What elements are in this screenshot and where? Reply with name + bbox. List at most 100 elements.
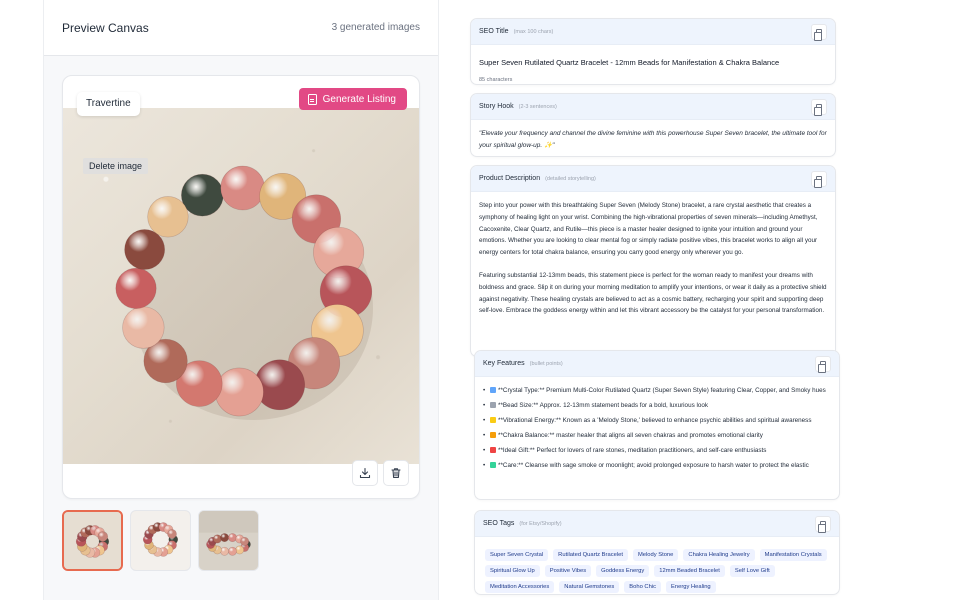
bead [122,306,165,349]
feature-item: **Bead Size:** Approx. 12-13mm statement… [483,400,831,411]
section-title: SEO Title [479,28,509,35]
feature-list: **Crystal Type:** Premium Multi-Color Ru… [483,385,831,471]
seo-tag[interactable]: Melody Stone [632,549,679,561]
seo-tag[interactable]: Self Love Gift [729,565,775,577]
delete-image-tooltip: Delete image [83,158,149,174]
section-hint: (2-3 sentences) [518,103,557,110]
section-header: Story Hook (2-3 sentences) [471,94,835,120]
bead [228,546,237,556]
gift-icon [490,447,496,453]
bead [228,533,237,543]
copy-button[interactable] [811,99,827,116]
thumbnail-image [199,511,258,570]
thumbnail-3[interactable] [198,510,259,571]
preview-title: Preview Canvas [62,20,149,35]
section-header: Product Description (detailed storytelli… [471,166,835,192]
generate-listing-button[interactable]: Generate Listing [298,88,407,110]
feature-text: **Ideal Gift:** Perfect for lovers of ra… [498,447,767,454]
seo-tag[interactable]: 12mm Beaded Bracelet [654,565,725,577]
document-icon [307,93,317,105]
bead [220,165,265,211]
bead [167,529,177,539]
seo-tag[interactable]: Energy Healing [666,581,716,593]
bead [235,545,245,555]
seo-tag[interactable]: Rutilated Quartz Bracelet [553,549,628,561]
description-paragraph-1: Step into your power with this breathtak… [479,202,818,257]
section-title: Product Description [479,175,541,182]
bead [215,367,264,417]
copy-icon [818,520,826,533]
seo-tag[interactable]: Goddess Energy [596,565,650,577]
generate-listing-label: Generate Listing [322,93,396,105]
story-hook-text: "Elevate your frequency and channel the … [479,130,827,149]
image-count: 3 generated images [331,22,420,33]
copy-button[interactable] [815,516,831,533]
section-header: Key Features (bullet points) [475,351,839,377]
preview-header: Preview Canvas 3 generated images [44,0,438,56]
seo-title-section: SEO Title (max 100 chars) Super Seven Ru… [470,18,836,85]
bead [212,534,222,544]
app-root: Preview Canvas 3 generated images Traver… [0,0,960,600]
copy-icon [814,175,822,188]
seo-tag[interactable]: Boho Chic [624,581,661,593]
image-card: Travertine Generate Listing Delete image [62,75,420,499]
feature-text: **Care:** Cleanse with sage smoke or moo… [498,462,809,469]
section-title: Key Features [483,360,525,367]
product-description-section: Product Description (detailed storytelli… [470,165,836,357]
feature-item: **Chakra Balance:** master healer that a… [483,430,831,441]
section-hint: (bullet points) [529,360,563,367]
thumbnail-2[interactable] [130,510,191,571]
meditation-icon [490,432,496,438]
download-icon [359,467,371,479]
section-title: Story Hook [479,103,514,110]
bead [220,533,229,543]
copy-icon [814,28,822,41]
seo-tag[interactable]: Chakra Healing Jewelry [683,549,755,561]
ruler-icon [490,402,496,408]
bead [220,546,229,556]
seo-tag[interactable]: Spiritual Glow Up [485,565,540,577]
section-header: SEO Tags (for Etsy/Shopify) [475,511,839,537]
seo-tag[interactable]: Super Seven Crystal [485,549,549,561]
thumbnail-1[interactable] [62,510,123,571]
section-title: SEO Tags [483,520,515,527]
bead [147,196,189,238]
feature-text: **Chakra Balance:** master healer that a… [498,432,763,439]
seo-title-text: Super Seven Rutilated Quartz Bracelet - … [479,58,780,67]
section-hint: (max 100 chars) [513,28,554,35]
section-header: SEO Title (max 100 chars) [471,19,835,45]
preview-panel: Preview Canvas 3 generated images Traver… [43,0,439,600]
seo-tag[interactable]: Positive Vibes [544,565,592,577]
copy-button[interactable] [815,356,831,373]
download-button[interactable] [352,460,378,486]
seo-tag[interactable]: Natural Gemstones [559,581,620,593]
feature-text: **Bead Size:** Approx. 12-13mm statement… [498,402,709,409]
bead [97,531,108,542]
seo-tag[interactable]: Manifestation Crystals [759,549,827,561]
bead [240,536,250,546]
background-chip[interactable]: Travertine [77,92,140,116]
thumbnail-strip [62,510,259,571]
seo-tags-section: SEO Tags (for Etsy/Shopify) Super Seven … [474,510,840,595]
feature-text: **Vibrational Energy:** Known as a 'Melo… [498,417,812,424]
story-hook-section: Story Hook (2-3 sentences) "Elevate your… [470,93,836,157]
feature-item: **Vibrational Energy:** Known as a 'Melo… [483,415,831,426]
sparkle-icon [490,417,496,423]
thumbnail-image [64,512,121,569]
feature-item: **Crystal Type:** Premium Multi-Color Ru… [483,385,831,396]
copy-button[interactable] [811,171,827,188]
copy-icon [814,103,822,116]
gem-icon [490,387,496,393]
character-count: 85 characters [479,76,513,83]
section-hint: (detailed storytelling) [545,175,596,182]
bead [115,267,157,309]
seo-tag[interactable]: Meditation Accessories [485,581,555,593]
key-features-section: Key Features (bullet points) **Crystal T… [474,350,840,500]
description-paragraph-2: Featuring substantial 12-13mm beads, thi… [479,271,827,315]
section-hint: (for Etsy/Shopify) [519,520,562,527]
bead [181,173,224,217]
copy-button[interactable] [811,24,827,41]
trash-icon [391,468,401,479]
tag-list: Super Seven Crystal Rutilated Quartz Bra… [475,537,839,594]
delete-button[interactable] [383,460,409,486]
